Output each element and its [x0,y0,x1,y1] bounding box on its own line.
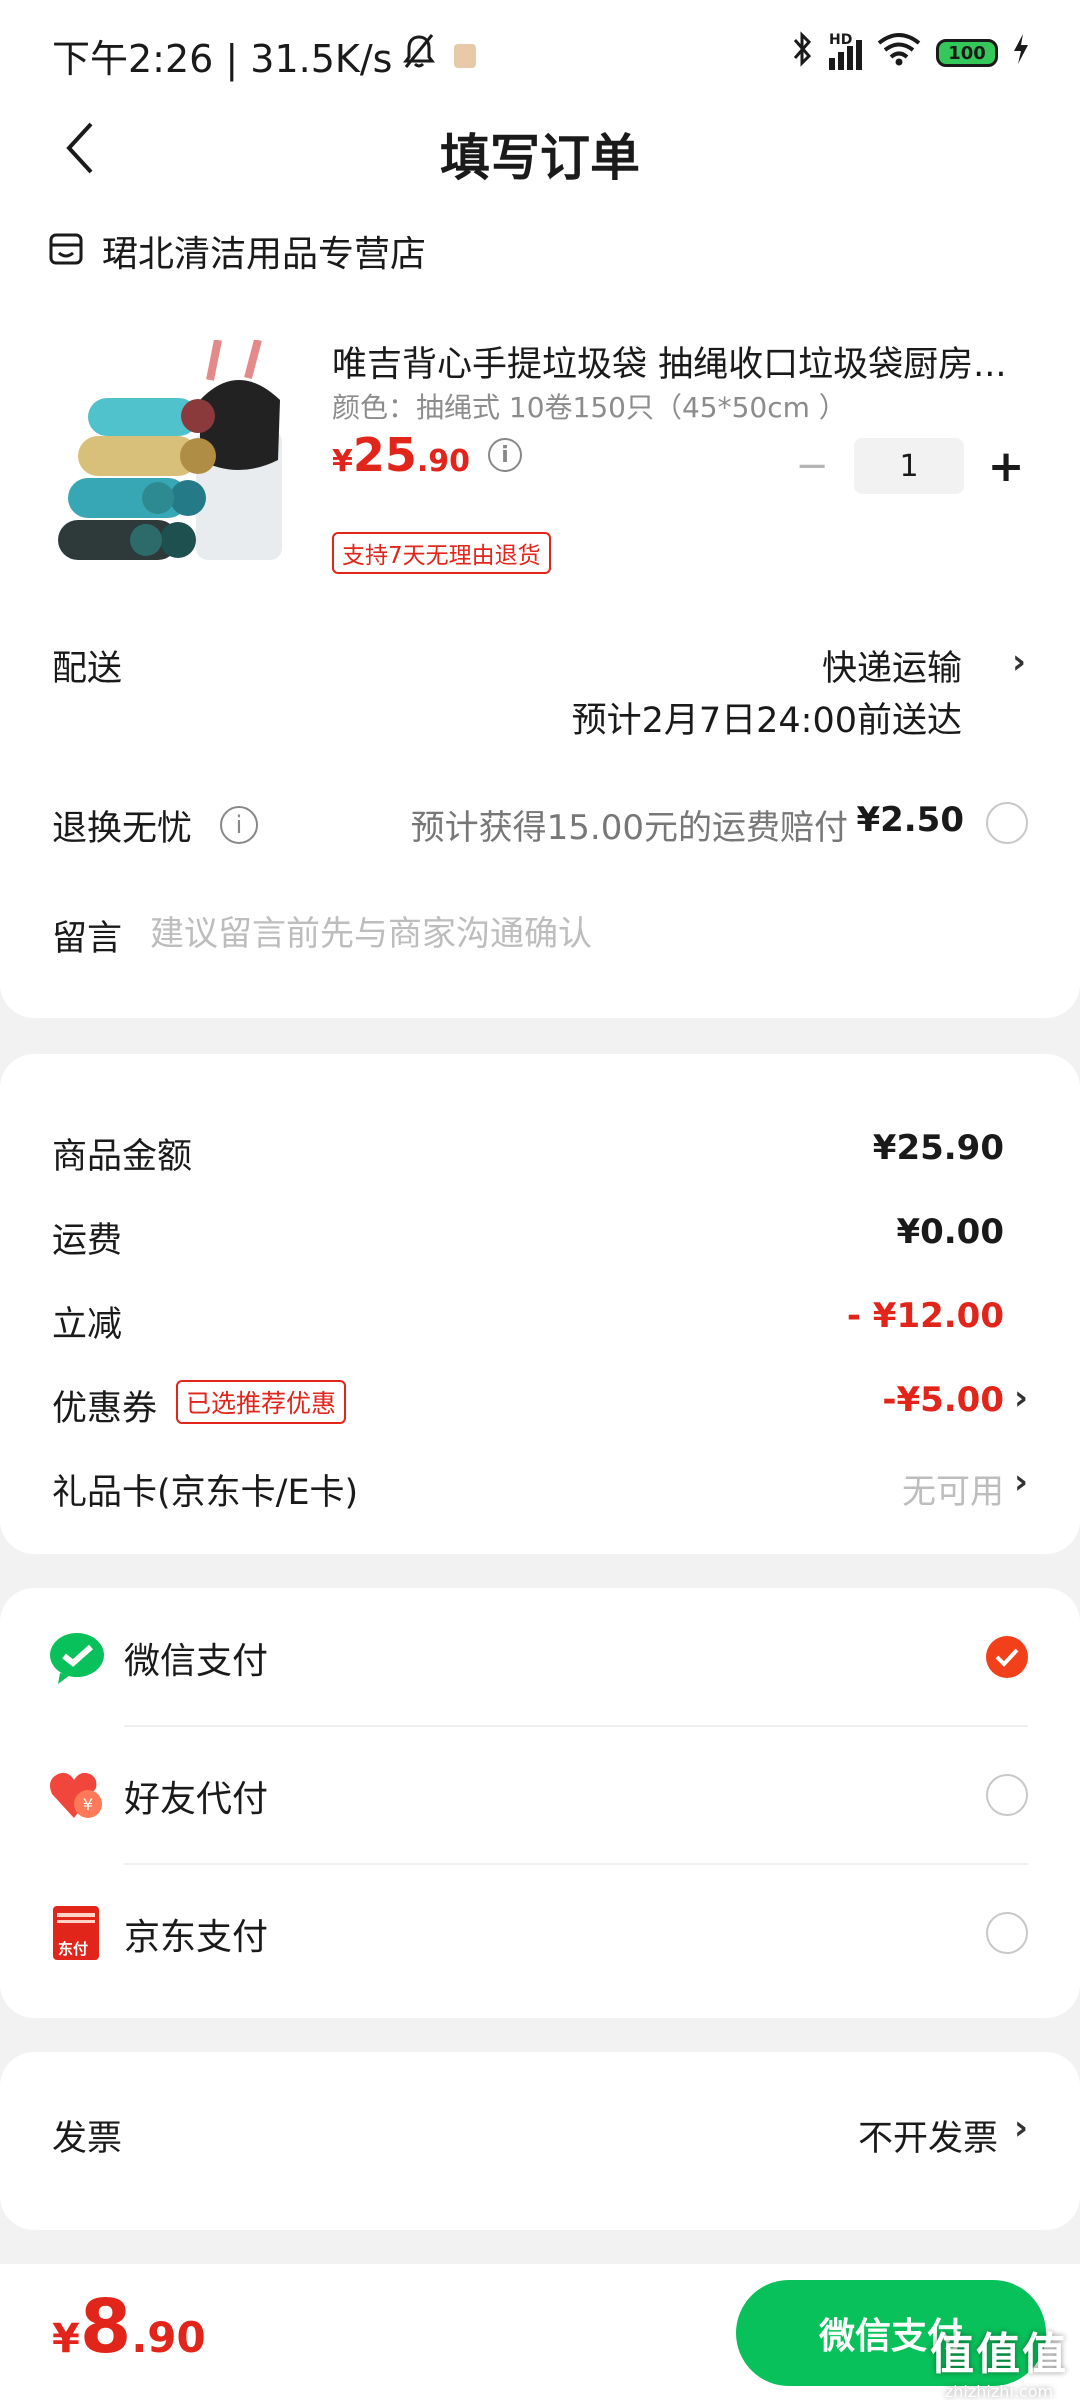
coupon-selected-badge: 已选推荐优惠 [176,1380,347,1424]
invoice-value: 不开发票 [857,2119,998,2159]
message-row: 留言 [0,906,1080,966]
decrease-quantity-button[interactable]: − [790,443,834,489]
payment-label-wechat: 微信支付 [124,1641,269,1682]
return-insurance-label: 退换无忧 [52,809,193,849]
delivery-label: 配送 [52,649,123,689]
shipping-row: 运费 ¥0.00 [0,1206,1080,1266]
product-item: 唯吉背心手提垃圾袋 抽绳收口垃圾袋厨房... 颜色：抽绳式 10卷150只（45… [0,320,1080,580]
svg-text:¥: ¥ [83,1795,93,1814]
bluetooth-icon [791,30,815,76]
message-input[interactable] [150,906,1010,962]
order-total: ¥ 8 .90 [52,2284,206,2370]
network-type-label: HD [829,32,853,48]
increase-quantity-button[interactable]: + [984,441,1028,492]
total-integer: 8 [79,2284,132,2370]
shipping-label: 运费 [52,1221,123,1261]
payment-methods-card: 微信支付 ¥ 好友代付 东付 京东支付 [0,1588,1080,2018]
payment-label-jd: 京东支付 [124,1917,269,1958]
gift-card-value: 无可用 [902,1472,1004,1512]
wifi-icon [876,31,922,75]
store-icon [48,231,84,271]
jd-pay-icon-text: 东付 [58,1940,89,1958]
price-summary-card: 商品金额 ¥25.90 运费 ¥0.00 立减 - ¥12.00 优惠券 已选推… [0,1054,1080,1554]
chevron-right-icon: › [1011,642,1026,682]
status-left: 下午2:26 | 31.5K/s [52,28,477,83]
bottom-pay-bar: ¥ 8 .90 微信支付 [0,2264,1080,2400]
delivery-eta: 预计2月7日24:00前送达 [571,701,962,741]
quantity-stepper: − 1 + [790,438,1028,494]
status-bar: 下午2:26 | 31.5K/s HD 100 [0,0,1080,100]
status-right: HD 100 [791,30,1030,76]
instant-discount-value: - ¥12.00 [846,1296,1004,1336]
return-insurance-radio[interactable] [986,802,1028,844]
quantity-value[interactable]: 1 [854,438,964,494]
friend-pay-heart-icon: ¥ [48,1766,106,1824]
wechat-pay-icon [48,1628,106,1686]
instant-discount-label: 立减 [52,1305,123,1345]
total-currency: ¥ [52,2316,80,2362]
page-title: 填写订单 [440,129,640,187]
watermark-logo: 值值值 zhizhizhi.com [930,2318,1068,2400]
return-insurance-desc: 预计获得15.00元的运费赔付 [410,808,848,848]
status-time-speed: 下午2:26 | 31.5K/s [52,37,393,81]
goods-amount-value: ¥25.90 [872,1128,1004,1168]
product-spec[interactable]: 颜色：抽绳式 10卷150只（45*50cm ） [332,386,847,426]
payment-label-friend: 好友代付 [124,1779,269,1820]
payment-option-wechat[interactable]: 微信支付 [0,1588,1080,1726]
return-insurance-row: 退换无忧 i 预计获得15.00元的运费赔付 ¥2.50 [0,796,1080,856]
invoice-label: 发票 [52,2119,123,2159]
total-decimal: .90 [131,2313,206,2362]
mute-bell-icon [402,33,436,78]
payment-option-jd[interactable]: 东付 京东支付 [0,1864,1080,2002]
delivery-method: 快递运输 [821,649,962,689]
payment-radio-jd[interactable] [986,1912,1028,1954]
nav-bar: 填写订单 [0,100,1080,200]
goods-amount-row: 商品金额 ¥25.90 [0,1122,1080,1182]
return-policy-badge: 支持7天无理由退货 [332,532,551,574]
notification-app-icon [454,43,477,68]
price-currency: ¥ [332,444,353,479]
gift-card-row[interactable]: 礼品卡(京东卡/E卡) 无可用 › [0,1458,1080,1518]
delivery-row[interactable]: 配送 快递运输 预计2月7日24:00前送达 › [0,630,1080,741]
payment-radio-wechat-selected[interactable] [986,1636,1028,1678]
return-insurance-info-icon[interactable]: i [220,806,258,844]
product-image[interactable] [48,338,296,590]
gift-card-label: 礼品卡(京东卡/E卡) [52,1473,359,1513]
watermark-text: 值值值 [930,2329,1068,2380]
battery-icon: 100 [936,39,998,67]
instant-discount-row: 立减 - ¥12.00 [0,1290,1080,1350]
battery-level: 100 [948,42,986,64]
message-label: 留言 [52,919,123,959]
coupon-value: -¥5.00 [882,1380,1004,1420]
shipping-value: ¥0.00 [896,1212,1004,1252]
payment-option-friend[interactable]: ¥ 好友代付 [0,1726,1080,1864]
watermark-url: zhizhizhi.com [944,2382,1054,2400]
product-price: ¥ 25 .90 i [332,428,523,482]
charging-icon [1012,33,1030,73]
signal-icon: HD [829,32,862,70]
chevron-right-icon: › [1013,1462,1028,1502]
price-integer: 25 [352,428,417,482]
price-decimal: .90 [416,444,471,479]
chevron-right-icon: › [1013,1378,1028,1418]
jd-pay-icon: 东付 [48,1904,106,1962]
goods-amount-label: 商品金额 [52,1137,193,1177]
chevron-right-icon: › [1013,2108,1028,2148]
coupon-label: 优惠券 [52,1389,158,1429]
store-name: 珺北清洁用品专营店 [102,234,427,275]
product-title[interactable]: 唯吉背心手提垃圾袋 抽绳收口垃圾袋厨房... [332,336,1032,387]
price-info-icon[interactable]: i [488,438,523,472]
store-row[interactable]: 珺北清洁用品专营店 [48,225,426,277]
invoice-row[interactable]: 发票 不开发票 › [0,2052,1080,2230]
payment-radio-friend[interactable] [986,1774,1028,1816]
return-insurance-fee: ¥2.50 [856,800,964,840]
coupon-row[interactable]: 优惠券 已选推荐优惠 -¥5.00 › [0,1374,1080,1434]
